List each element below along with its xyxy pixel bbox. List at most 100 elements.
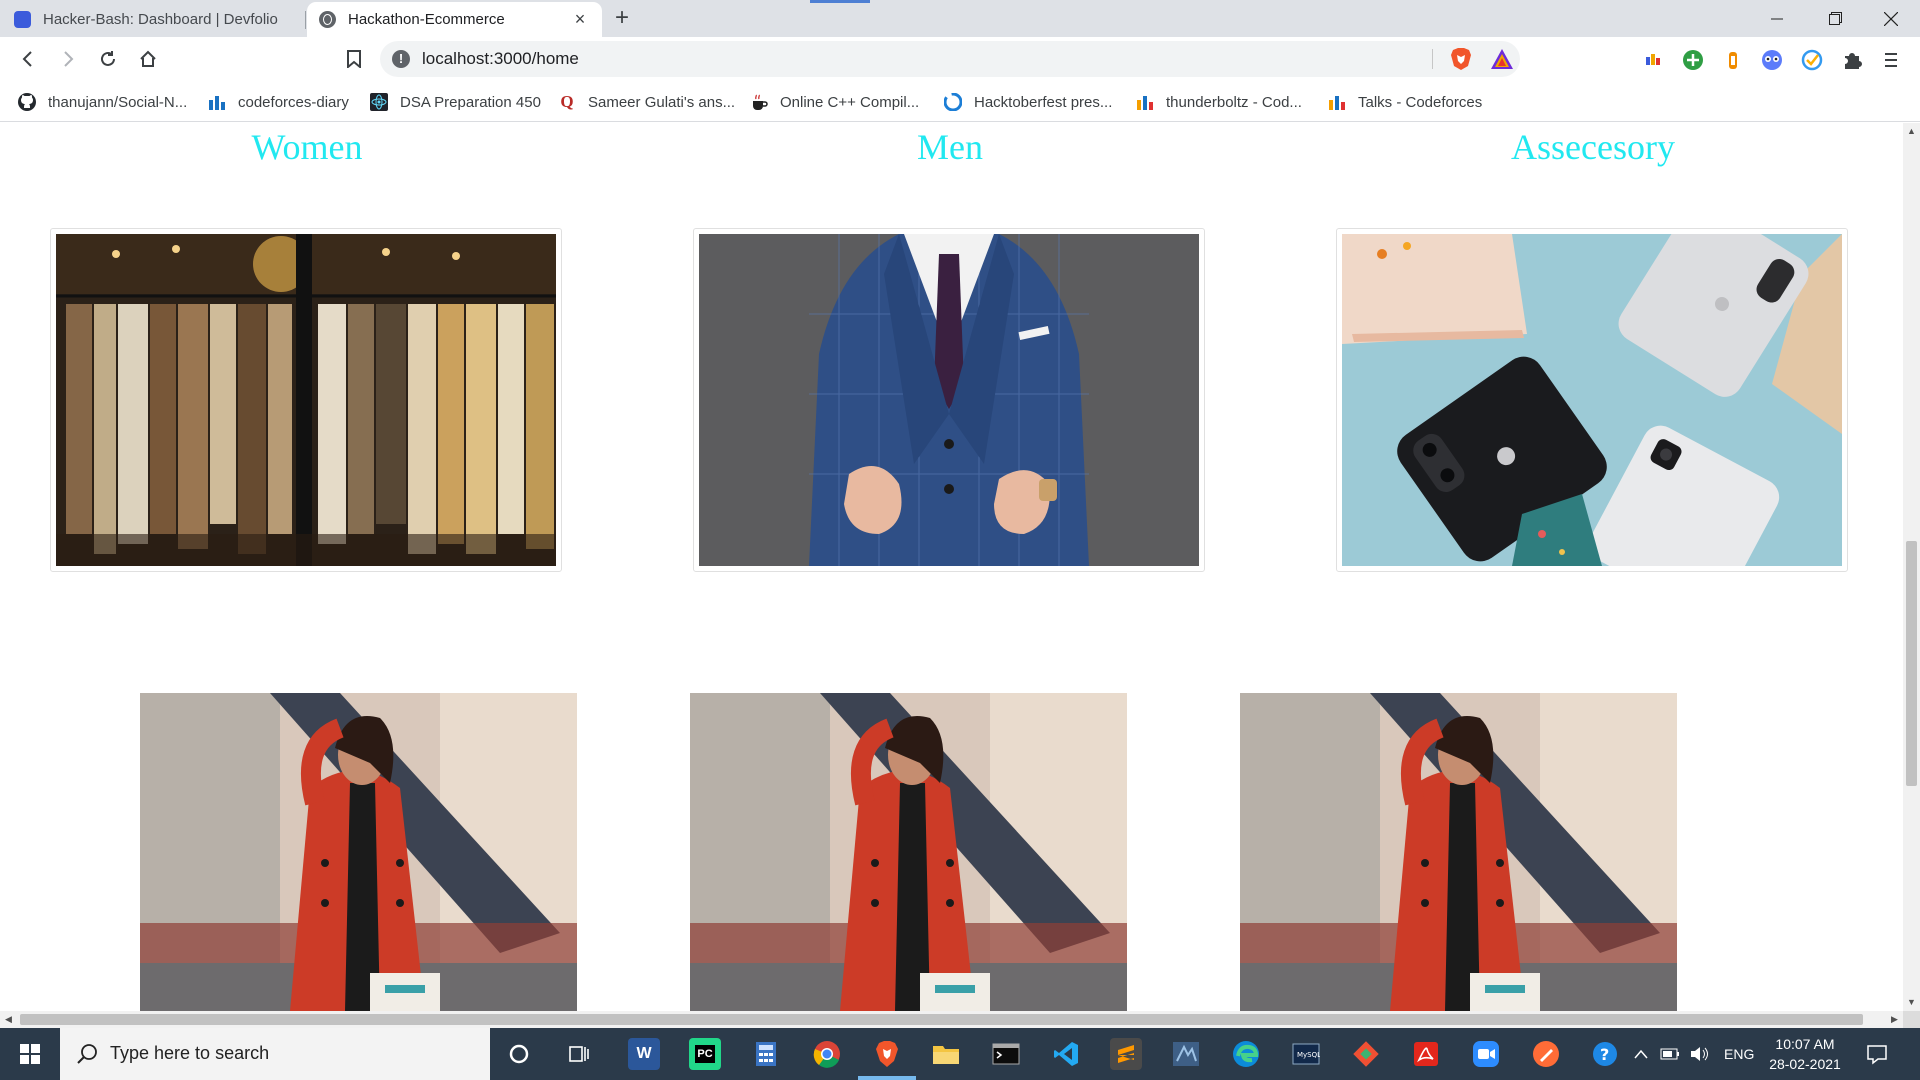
restore-icon xyxy=(1828,12,1842,25)
page-viewport: Women Men Assecesory xyxy=(0,123,1903,1011)
clock-date: 28-02-2021 xyxy=(1769,1056,1841,1072)
extension-face-icon[interactable] xyxy=(1761,49,1783,71)
tab-separator xyxy=(305,11,306,29)
scroll-down-arrow-icon[interactable]: ▼ xyxy=(1903,994,1920,1011)
terminal-icon[interactable] xyxy=(990,1038,1022,1070)
category-title-men[interactable]: Men xyxy=(630,123,1270,171)
promo-image[interactable] xyxy=(1240,693,1677,1011)
close-tab-icon[interactable]: × xyxy=(570,9,590,30)
category-card-women[interactable] xyxy=(50,228,562,572)
volume-icon[interactable] xyxy=(1690,1028,1710,1080)
site-info-icon[interactable]: ! xyxy=(392,50,410,68)
reload-button[interactable] xyxy=(94,45,122,73)
bookmark-label: codeforces-diary xyxy=(238,93,349,111)
url-text[interactable]: localhost:3000/home xyxy=(422,49,579,69)
vscode-icon[interactable] xyxy=(1050,1038,1082,1070)
tab-hackathon-ecommerce[interactable]: Hackathon-Ecommerce × xyxy=(307,2,602,37)
vertical-scrollbar[interactable]: ▲ ▼ xyxy=(1903,123,1920,1011)
pycharm-icon[interactable]: PC xyxy=(689,1038,721,1070)
bookmark-button[interactable] xyxy=(340,45,368,73)
edge-icon[interactable] xyxy=(1230,1038,1262,1070)
address-bar[interactable]: ! localhost:3000/home xyxy=(380,41,1520,77)
forward-button[interactable] xyxy=(54,45,82,73)
bookmark-label: Hacktoberfest pres... xyxy=(974,93,1113,111)
bookmark-item[interactable]: thanujann/Social-N... xyxy=(18,90,187,114)
restore-button[interactable] xyxy=(1806,0,1864,37)
scroll-right-arrow-icon[interactable]: ▶ xyxy=(1886,1011,1903,1028)
new-tab-button[interactable]: + xyxy=(608,4,636,32)
active-app-indicator xyxy=(858,1076,916,1080)
brave-browser-icon[interactable] xyxy=(871,1038,903,1070)
close-window-button[interactable] xyxy=(1862,0,1920,37)
extension-bottle-icon[interactable] xyxy=(1722,49,1744,71)
home-button[interactable] xyxy=(134,45,162,73)
horizontal-scroll-thumb[interactable] xyxy=(20,1014,1863,1025)
extension-check-icon[interactable] xyxy=(1801,49,1823,71)
task-view-icon[interactable] xyxy=(563,1038,595,1070)
back-button[interactable] xyxy=(14,45,42,73)
omnibox-divider xyxy=(1432,49,1433,69)
bookmark-item[interactable]: codeforces-diary xyxy=(208,90,349,114)
extension-plus-icon[interactable] xyxy=(1682,49,1704,71)
category-title-women[interactable]: Women xyxy=(0,123,627,171)
clothing-rack-photo xyxy=(56,234,556,566)
react-icon xyxy=(370,93,388,111)
bookmark-item[interactable]: DSA Preparation 450 xyxy=(370,90,541,114)
bookmark-item[interactable]: Q Sameer Gulati's ans... xyxy=(558,90,735,114)
promo-image[interactable] xyxy=(690,693,1127,1011)
extension-colorful-icon[interactable] xyxy=(1642,49,1664,71)
tab-devfolio[interactable]: Hacker-Bash: Dashboard | Devfolio xyxy=(2,2,305,37)
bookmark-item[interactable]: Hacktoberfest pres... xyxy=(944,90,1112,114)
bookmark-label: Talks - Codeforces xyxy=(1358,93,1483,111)
vertical-scroll-thumb[interactable] xyxy=(1906,541,1917,786)
system-clock[interactable]: 10:07 AM 28-02-2021 xyxy=(1760,1034,1850,1074)
bookmark-item[interactable]: Talks - Codeforces xyxy=(1328,90,1482,114)
calculator-icon[interactable] xyxy=(750,1038,782,1070)
category-card-accessory[interactable] xyxy=(1336,228,1848,572)
help-tray-icon[interactable]: ? xyxy=(1590,1028,1620,1080)
category-card-men[interactable] xyxy=(693,228,1205,572)
promo-image[interactable] xyxy=(140,693,577,1011)
windows-taskbar: Type here to search W PC MySQL ? ENG 10:… xyxy=(0,1028,1920,1080)
bookmark-item[interactable]: Online C++ Compil... xyxy=(750,90,919,114)
show-hidden-icons-icon[interactable] xyxy=(1634,1028,1648,1080)
taskbar-search-box[interactable]: Type here to search xyxy=(60,1028,490,1080)
scroll-up-arrow-icon[interactable]: ▲ xyxy=(1903,123,1920,140)
devfolio-icon xyxy=(14,11,31,28)
back-arrow-icon xyxy=(22,51,32,67)
tab-title: Hacker-Bash: Dashboard | Devfolio xyxy=(43,11,278,28)
bookmark-label: Online C++ Compil... xyxy=(780,93,920,111)
quora-icon: Q xyxy=(560,92,574,111)
bookmark-item[interactable]: thunderboltz - Cod... xyxy=(1136,90,1302,114)
minimize-button[interactable] xyxy=(1748,0,1806,37)
zoom-icon[interactable] xyxy=(1470,1038,1502,1070)
adobe-reader-icon[interactable] xyxy=(1410,1038,1442,1070)
tab-title: Hackathon-Ecommerce xyxy=(348,11,505,28)
horizontal-scrollbar[interactable]: ◀ ▶ xyxy=(0,1011,1903,1028)
windows-logo-icon xyxy=(20,1044,40,1064)
file-explorer-icon[interactable] xyxy=(930,1038,962,1070)
mysql-shell-icon[interactable]: MySQL xyxy=(1290,1038,1322,1070)
chrome-icon[interactable] xyxy=(811,1038,843,1070)
hacktoberfest-icon xyxy=(944,93,962,111)
git-icon[interactable] xyxy=(1350,1038,1382,1070)
word-icon[interactable]: W xyxy=(628,1038,660,1070)
start-button[interactable] xyxy=(0,1028,60,1080)
brave-shields-icon[interactable] xyxy=(1450,47,1472,71)
battery-icon[interactable] xyxy=(1660,1028,1680,1080)
globe-icon xyxy=(319,11,336,28)
brave-rewards-icon[interactable] xyxy=(1490,47,1514,71)
scroll-left-arrow-icon[interactable]: ◀ xyxy=(0,1011,17,1028)
cortana-icon[interactable] xyxy=(503,1038,535,1070)
notifications-icon[interactable] xyxy=(1866,1028,1888,1080)
browser-menu-icon[interactable] xyxy=(1880,49,1902,71)
woman-red-coat-shopping-photo xyxy=(1240,693,1677,1011)
extensions-puzzle-icon[interactable] xyxy=(1841,49,1863,71)
postman-icon[interactable] xyxy=(1530,1038,1562,1070)
mysql-workbench-icon[interactable] xyxy=(1170,1038,1202,1070)
language-indicator[interactable]: ENG xyxy=(1724,1028,1754,1080)
scrollbar-corner xyxy=(1903,1011,1920,1028)
category-title-accessory[interactable]: Assecesory xyxy=(1273,123,1903,171)
sublime-text-icon[interactable] xyxy=(1110,1038,1142,1070)
loading-indicator xyxy=(810,0,870,3)
